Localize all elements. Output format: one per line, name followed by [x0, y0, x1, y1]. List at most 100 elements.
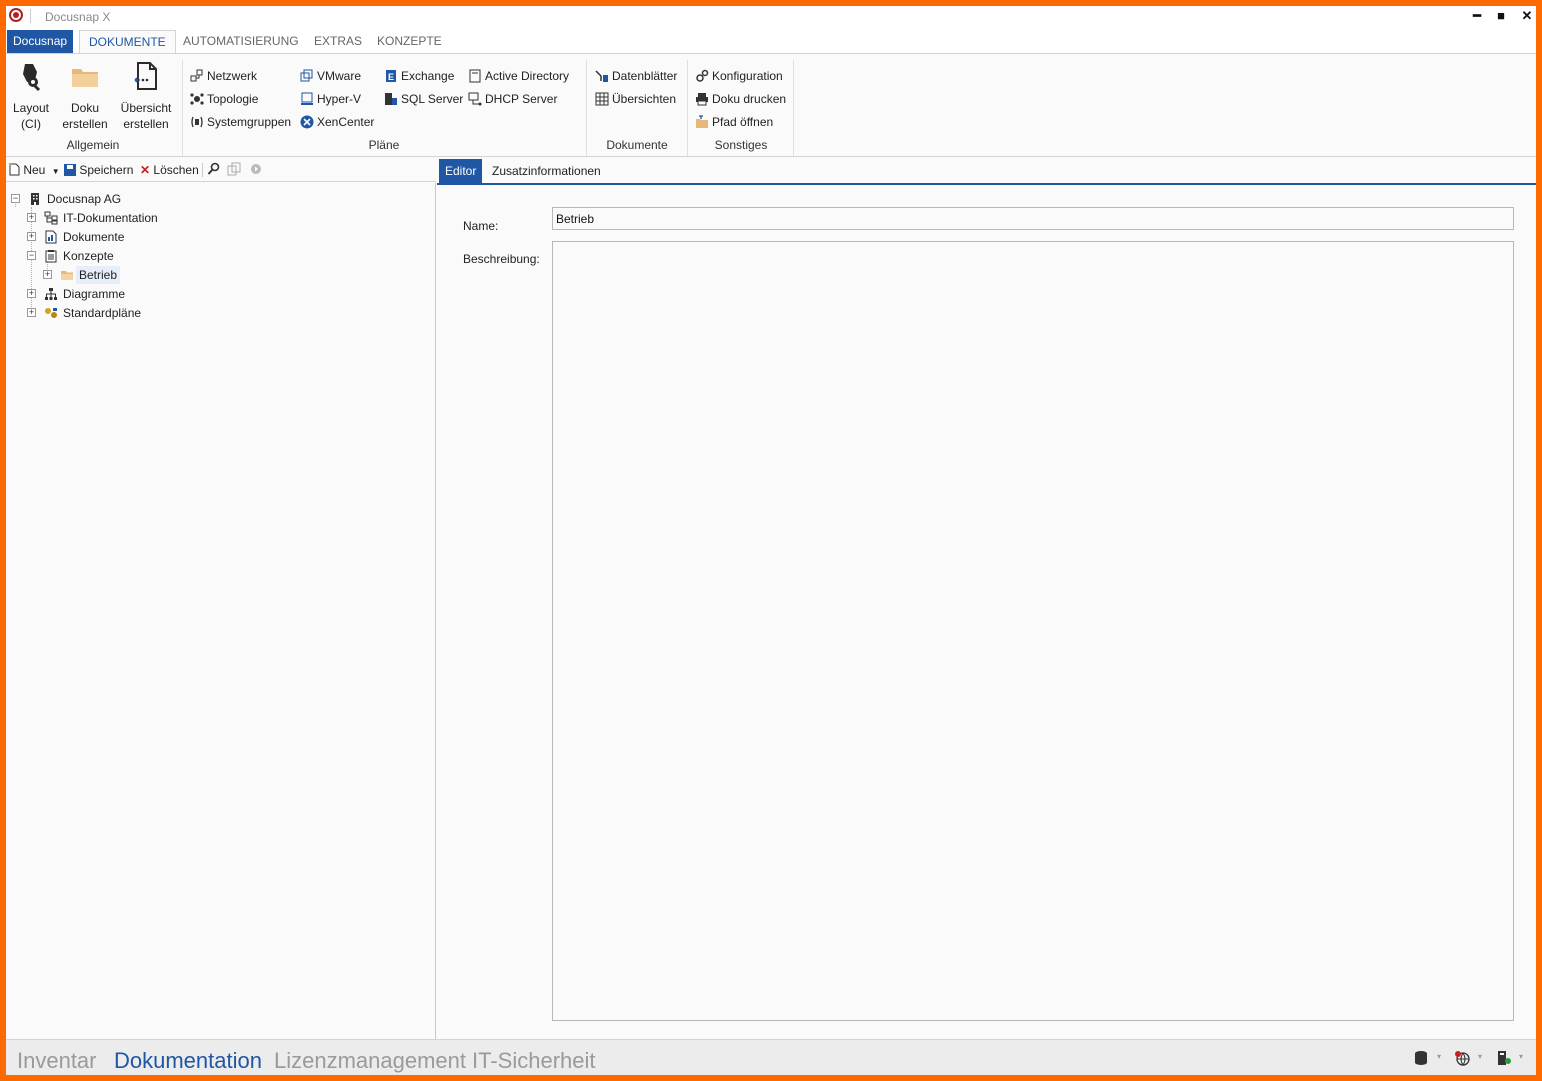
xencenter-label: XenCenter: [317, 115, 375, 129]
copy-search-button[interactable]: [227, 162, 243, 178]
database-icon[interactable]: [1413, 1050, 1429, 1066]
close-button[interactable]: ✕: [1517, 8, 1536, 24]
save-label: Speichern: [79, 163, 134, 177]
sql-server-icon: [385, 93, 397, 105]
system-groups-icon: [191, 116, 203, 128]
search-button[interactable]: [207, 162, 221, 178]
doku-erstellen-label-line2: erstellen: [62, 117, 108, 131]
search-icon: [207, 162, 220, 175]
tree-node-root[interactable]: − Docusnap AG: [6, 190, 406, 208]
group-separator: [586, 60, 587, 156]
tab-konzepte[interactable]: KONZEPTE: [371, 30, 448, 53]
server-dropdown-icon[interactable]: ▾: [1519, 1052, 1523, 1061]
exchange-button[interactable]: E Exchange: [384, 67, 454, 85]
tab-automatisierung[interactable]: AUTOMATISIERUNG: [177, 30, 305, 53]
svg-text:E: E: [388, 72, 394, 82]
maximize-button[interactable]: ■: [1491, 8, 1511, 24]
expand-icon[interactable]: +: [27, 213, 36, 222]
tab-extras[interactable]: EXTRAS: [308, 30, 368, 53]
tree-node-standardplaene[interactable]: + Standardpläne: [6, 304, 406, 322]
description-field[interactable]: [552, 241, 1514, 1021]
hyperv-button[interactable]: Hyper-V: [300, 90, 361, 108]
konfiguration-button[interactable]: Konfiguration: [695, 67, 783, 85]
uebersichten-button[interactable]: Übersichten: [595, 90, 676, 108]
dhcp-server-button[interactable]: DHCP Server: [468, 90, 557, 108]
xencenter-button[interactable]: XenCenter: [300, 113, 374, 131]
tab-zusatzinformationen[interactable]: Zusatzinformationen: [486, 159, 607, 183]
datasheet-icon: [595, 70, 608, 82]
document-icon: [45, 230, 57, 244]
systemgruppen-button[interactable]: Systemgruppen: [190, 113, 291, 131]
active-directory-button[interactable]: Active Directory: [468, 67, 569, 85]
vmware-label: VMware: [317, 69, 362, 83]
expand-icon[interactable]: +: [27, 308, 36, 317]
new-document-icon: [8, 162, 20, 176]
window-title: Docusnap X: [45, 10, 111, 24]
table-grid-icon: [595, 92, 609, 106]
tab-editor[interactable]: Editor: [439, 159, 483, 183]
database-dropdown-icon[interactable]: ▾: [1437, 1052, 1441, 1061]
sql-server-label: SQL Server: [401, 92, 464, 106]
app-window: Docusnap X ━ ■ ✕ Docusnap DOKUMENTE AUTO…: [6, 6, 1536, 1075]
topologie-button[interactable]: Topologie: [190, 90, 258, 108]
uebersicht-erstellen-label-line1: Übersicht: [120, 101, 172, 115]
tree-node-konzepte[interactable]: − Konzepte: [6, 247, 406, 265]
exchange-icon: E: [386, 70, 396, 82]
ribbon-tab-bar: Docusnap DOKUMENTE AUTOMATISIERUNG EXTRA…: [6, 28, 1536, 53]
collapse-icon[interactable]: −: [11, 194, 20, 203]
title-bar: Docusnap X ━ ■ ✕: [6, 6, 1536, 28]
expand-icon[interactable]: +: [27, 232, 36, 241]
minimize-button[interactable]: ━: [1467, 8, 1487, 24]
globe-alert-icon[interactable]: [1454, 1050, 1470, 1066]
group-label-allgemein: Allgemein: [66, 138, 120, 152]
datenblaetter-button[interactable]: Datenblätter: [595, 67, 677, 85]
tab-docusnap-app-menu[interactable]: Docusnap: [7, 30, 74, 53]
doku-erstellen-label-line1: Doku: [70, 101, 99, 115]
netzwerk-button[interactable]: Netzwerk: [190, 67, 257, 85]
tree-node-dokumente[interactable]: + Dokumente: [6, 228, 406, 246]
tab-underline: [437, 183, 1536, 185]
group-label-dokumente: Dokumente: [606, 138, 668, 152]
tab-dokumente[interactable]: DOKUMENTE: [79, 30, 176, 53]
nav-dokumentation[interactable]: Dokumentation: [114, 1048, 262, 1074]
nav-it-sicherheit[interactable]: IT-Sicherheit: [472, 1048, 596, 1074]
delete-button[interactable]: ✕ Löschen: [140, 162, 199, 178]
name-field[interactable]: [552, 207, 1514, 230]
collapse-icon[interactable]: −: [27, 251, 36, 260]
tree-node-it-dokumentation[interactable]: + IT-Dokumentation: [6, 209, 406, 227]
expand-icon[interactable]: +: [27, 289, 36, 298]
editor-panel: Editor Zusatzinformationen Name: Beschre…: [437, 159, 1536, 1039]
hyperv-icon: [301, 92, 313, 105]
tree-label: Diagramme: [63, 287, 126, 301]
docusnap-logo-icon[interactable]: [9, 8, 23, 22]
new-button[interactable]: Neu ▼: [8, 162, 60, 178]
sql-server-button[interactable]: SQL Server: [384, 90, 463, 108]
tree-node-betrieb[interactable]: + Betrieb: [6, 266, 406, 284]
konfiguration-label: Konfiguration: [712, 69, 783, 83]
uebersicht-erstellen-button[interactable]: Übersicht erstellen: [118, 60, 174, 132]
clipboard-icon: [45, 250, 57, 263]
doku-drucken-button[interactable]: Doku drucken: [695, 90, 786, 108]
server-status-icon[interactable]: [1496, 1050, 1512, 1066]
tree-node-diagramme[interactable]: + Diagramme: [6, 285, 406, 303]
building-icon: [31, 193, 39, 205]
doku-erstellen-button[interactable]: Doku erstellen: [61, 60, 109, 132]
expand-icon[interactable]: +: [43, 270, 52, 279]
tree-toolbar: Neu ▼ Speichern ✕ Löschen: [6, 159, 436, 182]
bottom-navigation: Inventar Dokumentation Lizenzmanagement …: [6, 1039, 1536, 1075]
new-dropdown-chevron-icon[interactable]: ▼: [52, 167, 60, 176]
topology-icon: [190, 93, 204, 105]
tree-label: IT-Dokumentation: [63, 211, 158, 225]
vmware-button[interactable]: VMware: [300, 67, 361, 85]
globe-dropdown-icon[interactable]: ▾: [1478, 1052, 1482, 1061]
layout-ci-button[interactable]: Layout (CI): [10, 60, 52, 132]
next-button[interactable]: [250, 162, 262, 178]
name-label: Name:: [463, 219, 499, 233]
nav-lizenzmanagement[interactable]: Lizenzmanagement: [274, 1048, 466, 1074]
save-button[interactable]: Speichern: [64, 162, 133, 178]
tree-label-selected: Betrieb: [76, 266, 121, 284]
open-folder-icon: [696, 115, 708, 128]
pfad-oeffnen-button[interactable]: Pfad öffnen: [695, 113, 773, 131]
group-separator: [793, 60, 794, 156]
nav-inventar[interactable]: Inventar: [17, 1048, 97, 1074]
